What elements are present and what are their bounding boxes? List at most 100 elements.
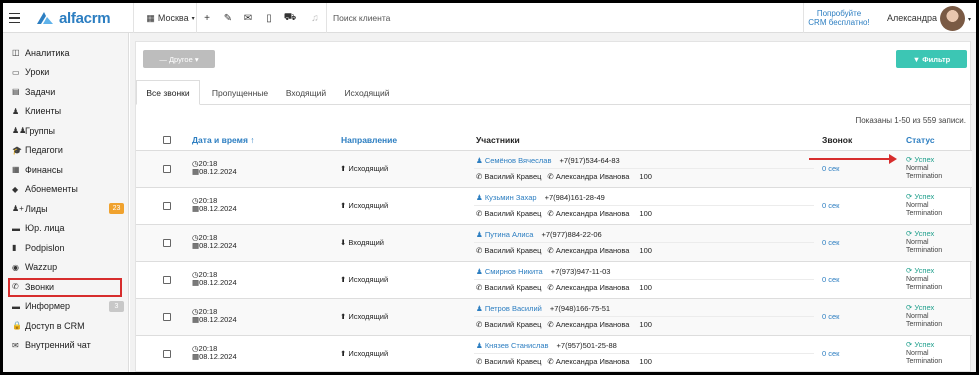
logo-icon (37, 12, 53, 24)
trial-link[interactable]: Попробуйте CRM бесплатно! (803, 3, 875, 33)
call-duration[interactable]: 0 сек (822, 312, 839, 321)
logo[interactable]: alfacrm (35, 3, 115, 33)
call-duration[interactable]: 0 сек (822, 164, 839, 173)
user-name[interactable]: Александра (881, 3, 943, 33)
sidebar-item[interactable]: ▤ Задачи (3, 82, 129, 101)
avatar[interactable] (940, 6, 965, 31)
sidebar-item-icon: ◆ (12, 184, 19, 194)
call-duration[interactable]: 0 сек (822, 201, 839, 210)
tab-incoming[interactable]: Входящий (278, 80, 334, 105)
row-checkbox[interactable] (163, 202, 171, 210)
sidebar-item[interactable]: ▬ Информер 3 (3, 297, 129, 316)
sidebar-item-label: Задачи (25, 86, 56, 97)
sidebar-item[interactable]: ✉ Внутренний чат (3, 336, 129, 355)
table-row[interactable]: ◷20:18 ▦08.12.2024 ⬆ Исходящий ♟ Петров Вас… (136, 299, 972, 336)
select-all-checkbox[interactable] (163, 128, 171, 151)
col-status[interactable]: Статус (906, 128, 935, 151)
user-icon: ♟ (476, 304, 485, 313)
sidebar-item[interactable]: ◫ Аналитика (3, 43, 129, 62)
row-checkbox[interactable] (163, 276, 171, 284)
sidebar-item[interactable]: ▬ Юр. лица (3, 219, 129, 238)
col-direction[interactable]: Направление (341, 128, 397, 151)
call-duration[interactable]: 0 сек (822, 238, 839, 247)
count-badge: 3 (109, 300, 124, 312)
plus-icon[interactable]: + (198, 3, 216, 33)
call-date: 08.12.2024 (199, 315, 237, 324)
row-checkbox[interactable] (163, 313, 171, 321)
sidebar-item[interactable]: ♟+ Лиды 23 (3, 199, 129, 218)
client-name[interactable]: Смирнов Никита (485, 267, 543, 276)
city-select[interactable]: ▦ Москва ▾ (143, 3, 198, 33)
call-date: 08.12.2024 (199, 241, 237, 250)
extension: 100 (639, 246, 652, 255)
filter-button[interactable]: ▼ Фильтр (896, 50, 967, 68)
call-status: ⟳ Успех Normal Termination (906, 304, 942, 329)
tabs-bar: Все звонки Пропущенные Входящий Исходящи… (136, 80, 972, 105)
divider (474, 316, 814, 317)
table-row[interactable]: ◷20:18 ▦08.12.2024 ⬆ Исходящий ♟ Семёнов Вя… (136, 151, 972, 188)
cart-icon[interactable]: ⛟ (281, 3, 299, 33)
user-icon: ♟ (476, 156, 485, 165)
client-name[interactable]: Путина Алиса (485, 230, 534, 239)
chevron-down-icon[interactable]: ▾ (968, 16, 971, 23)
user-icon: ♟ (476, 193, 485, 202)
call-status: ⟳ Успех Normal Termination (906, 267, 942, 292)
menu-icon[interactable] (3, 3, 25, 33)
client-name[interactable]: Кузьмин Захар (485, 193, 537, 202)
row-checkbox[interactable] (163, 350, 171, 358)
client-phone: +7(948)166-75-51 (549, 304, 611, 313)
user-icon: ♟ (476, 230, 485, 239)
tab-outgoing[interactable]: Исходящий (336, 80, 398, 105)
table-row[interactable]: ◷20:18 ▦08.12.2024 ⬇ Входящий ♟ Путина Алис… (136, 225, 972, 262)
sidebar-item[interactable]: ▦ Финансы (3, 160, 129, 179)
tab-missed[interactable]: Пропущенные (202, 80, 278, 105)
row-checkbox[interactable] (163, 239, 171, 247)
sidebar-item-icon: ◫ (12, 48, 20, 57)
status-success: ⟳ Успех (906, 266, 934, 275)
sidebar-item[interactable]: ▭ Уроки (3, 63, 129, 82)
row-checkbox[interactable] (163, 165, 171, 173)
sidebar-item[interactable]: ♟ Клиенты (3, 102, 129, 121)
client-line: ♟ Петров Василий +7(948)166-75-51 (476, 304, 610, 313)
sidebar-item-label: Группы (25, 125, 55, 136)
col-datetime[interactable]: Дата и время ↑ (192, 128, 255, 151)
phone-icon[interactable]: ▯ (260, 3, 278, 33)
wrench-icon[interactable]: ✎ (219, 3, 237, 33)
divider (474, 205, 814, 206)
sidebar-item-label: Wazzup (25, 262, 58, 272)
agent-line: ✆ Василий Кравец ✆ Александра Иванова 100 (476, 320, 652, 329)
sidebar-item[interactable]: ◆ Абонементы (3, 180, 129, 199)
bell-icon[interactable]: ♫ (306, 3, 324, 33)
call-duration[interactable]: 0 сек (822, 275, 839, 284)
table-row[interactable]: ◷20:18 ▦08.12.2024 ⬆ Исходящий ♟ Смирнов Ни… (136, 262, 972, 299)
divider (326, 3, 327, 33)
sidebar-item[interactable]: 🔒 Доступ в CRM (3, 316, 129, 335)
client-name[interactable]: Князев Станислав (485, 341, 549, 350)
sidebar-item[interactable]: ◉ Wazzup (3, 258, 129, 277)
sidebar-item-label: Клиенты (25, 106, 62, 116)
tab-all-calls[interactable]: Все звонки (136, 80, 200, 105)
sidebar-item[interactable]: 🎓 Педагоги (3, 141, 129, 160)
table-row[interactable]: ◷20:18 ▦08.12.2024 ⬆ Исходящий ♟ Князев Ста… (136, 336, 972, 372)
sidebar-item[interactable]: ✆ Звонки (3, 277, 129, 296)
mail-icon[interactable]: ✉ (239, 3, 257, 33)
status-detail-2: Termination (906, 247, 943, 254)
status-detail-2: Termination (906, 284, 943, 291)
table-row[interactable]: ◷20:18 ▦08.12.2024 ⬆ Исходящий ♟ Кузьмин За… (136, 188, 972, 225)
status-label: Успех (914, 303, 935, 312)
client-phone: +7(957)501-25-88 (556, 341, 617, 350)
sidebar-item-icon: 🔒 (12, 321, 22, 330)
agent-from: Василий Кравец (484, 320, 542, 329)
agent-line: ✆ Василий Кравец ✆ Александра Иванова 100 (476, 209, 652, 218)
other-button[interactable]: — Другое ▾ (143, 50, 215, 68)
sidebar-item-label: Уроки (25, 67, 50, 77)
sidebar-item-label: Педагоги (25, 145, 63, 155)
call-date: 08.12.2024 (199, 204, 237, 213)
call-date: 08.12.2024 (199, 352, 237, 361)
client-name[interactable]: Семёнов Вячеслав (485, 156, 552, 165)
sidebar-item[interactable]: ♟♟ Группы (3, 121, 129, 140)
client-name[interactable]: Петров Василий (485, 304, 542, 313)
search-input[interactable]: Поиск клиента (333, 3, 453, 33)
sidebar-item[interactable]: ▮ Podpislon (3, 238, 129, 257)
call-duration[interactable]: 0 сек (822, 349, 839, 358)
